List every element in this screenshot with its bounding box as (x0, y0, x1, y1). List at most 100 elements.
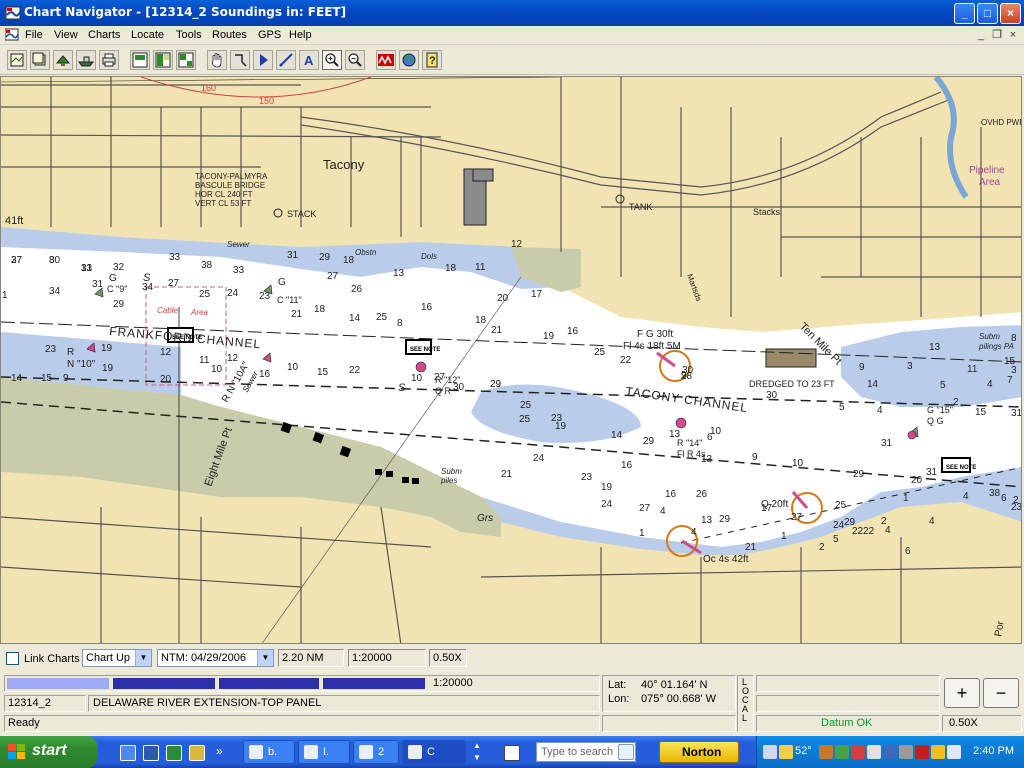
sounding-label: 16 (567, 326, 579, 337)
sounding-label: 12 (511, 239, 523, 250)
sounding-label: 22 (349, 365, 361, 376)
volume-icon[interactable] (947, 745, 961, 759)
sounding-label: 23 (45, 344, 57, 355)
task-button-chart-navigator[interactable]: C (402, 740, 466, 764)
sounding-label: 14 (349, 313, 361, 324)
sounding-label: 18 (445, 263, 457, 274)
system-tray: 52° 2:40 PM (756, 736, 1024, 768)
title-bar[interactable]: Chart Navigator - [12314_2 Soundings in:… (0, 0, 1024, 26)
route-line-button[interactable] (276, 50, 296, 70)
zoom-out-step-button[interactable]: − (983, 678, 1019, 708)
menu-locate[interactable]: Locate (131, 29, 164, 41)
app-icon (5, 6, 21, 20)
svg-text:STACK: STACK (287, 209, 316, 219)
tray-app-icon[interactable] (835, 745, 849, 759)
tide-button[interactable] (376, 50, 396, 70)
sounding-label: 12 (227, 353, 239, 364)
chart-info-button[interactable] (53, 50, 73, 70)
menu-view[interactable]: View (54, 29, 78, 41)
zoom-field: 0.50X (429, 649, 467, 667)
start-button[interactable]: start (0, 736, 98, 768)
menu-routes[interactable]: Routes (212, 29, 247, 41)
waypoint-button[interactable] (253, 50, 273, 70)
sounding-label: 19 (102, 363, 114, 374)
weather-icon[interactable] (779, 745, 793, 759)
mdi-restore-button[interactable]: ❐ (990, 28, 1004, 42)
sounding-label: 6 (707, 432, 713, 443)
taskbar-scroll[interactable]: ▲ ▼ (470, 740, 484, 764)
sounding-label: 30 (453, 382, 465, 393)
sounding-label: 17 (761, 503, 773, 514)
split-view-button[interactable] (153, 50, 173, 70)
zoom-box-button[interactable] (230, 50, 250, 70)
sounding-label: 5 (833, 534, 839, 545)
menu-gps[interactable]: GPS (258, 29, 281, 41)
open-chart-button[interactable] (7, 50, 27, 70)
sounding-label: 3 (907, 361, 913, 372)
task-button-2[interactable]: I. (298, 740, 350, 764)
svg-text:Sewer: Sewer (227, 240, 250, 249)
excel-icon[interactable] (166, 745, 182, 761)
zoom-out-button[interactable] (345, 50, 365, 70)
svg-text:S: S (398, 382, 406, 394)
tray-app-icon[interactable] (851, 745, 865, 759)
tray-app-icon[interactable] (867, 745, 881, 759)
mdi-close-button[interactable]: × (1006, 28, 1020, 42)
web-button[interactable] (399, 50, 419, 70)
sounding-label: 13 (929, 342, 941, 353)
zoom-in-button[interactable] (322, 50, 342, 70)
link-charts-checkbox[interactable] (6, 652, 19, 665)
chart-catalog-button[interactable] (30, 50, 50, 70)
mail-icon[interactable] (763, 745, 777, 759)
sounding-label: 9 (681, 370, 687, 381)
document-icon[interactable] (5, 28, 19, 42)
text-tool-button[interactable]: A (299, 50, 319, 70)
task-button-1[interactable]: b. (243, 740, 295, 764)
grid-icon (178, 52, 194, 68)
tray-app-icon[interactable] (819, 745, 833, 759)
pan-button[interactable] (207, 50, 227, 70)
sounding-label: 8 (1011, 333, 1017, 344)
antivirus-icon[interactable] (915, 745, 929, 759)
menu-charts[interactable]: Charts (88, 29, 120, 41)
web-icon (402, 53, 416, 67)
word-icon[interactable] (143, 745, 159, 761)
sounding-label: 17 (531, 289, 543, 300)
zoom-in-step-button[interactable]: + (944, 678, 980, 708)
help-icon[interactable] (504, 745, 520, 761)
network-icon[interactable] (883, 745, 897, 759)
status-text: Ready (8, 717, 40, 729)
menu-file[interactable]: File (25, 29, 43, 41)
sounding-label: 20 (497, 293, 509, 304)
svg-text:160: 160 (201, 83, 216, 93)
sounding-label: 34 (49, 286, 61, 297)
task-button-3[interactable]: 2 (353, 740, 399, 764)
menu-tools[interactable]: Tools (176, 29, 202, 41)
help-button[interactable]: ? (422, 50, 442, 70)
sounding-label: 18 (475, 315, 487, 326)
grid-button[interactable] (176, 50, 196, 70)
norton-button[interactable]: Norton (659, 741, 739, 763)
orientation-select[interactable]: Chart Up ▼ (82, 649, 152, 667)
print-button[interactable] (99, 50, 119, 70)
ship-button[interactable] (76, 50, 96, 70)
nautical-chart[interactable]: 150 160 SEE NOTE SEE NOTE SEE NOTE Tacon… (1, 77, 1022, 644)
menu-help[interactable]: Help (289, 29, 312, 41)
search-icon[interactable] (618, 744, 634, 760)
app-launcher-icon[interactable] (189, 745, 205, 761)
ntm-select[interactable]: NTM: 04/29/2006 ▼ (157, 649, 274, 667)
minimize-button[interactable]: _ (954, 3, 975, 24)
warning-icon[interactable] (931, 745, 945, 759)
close-button[interactable]: × (1000, 3, 1021, 24)
sounding-label: 25 (594, 347, 606, 358)
ie-icon[interactable] (120, 745, 136, 761)
sounding-label: 16 (259, 369, 271, 380)
sounding-label: 18 (343, 255, 355, 266)
more-icon[interactable]: » (216, 744, 223, 758)
overview-button[interactable] (130, 50, 150, 70)
chart-view[interactable]: 150 160 SEE NOTE SEE NOTE SEE NOTE Tacon… (0, 76, 1022, 644)
mdi-minimize-button[interactable]: _ (974, 28, 988, 42)
sounding-label: 31 (926, 467, 938, 478)
tray-app-icon[interactable] (899, 745, 913, 759)
maximize-button[interactable]: □ (977, 3, 998, 24)
